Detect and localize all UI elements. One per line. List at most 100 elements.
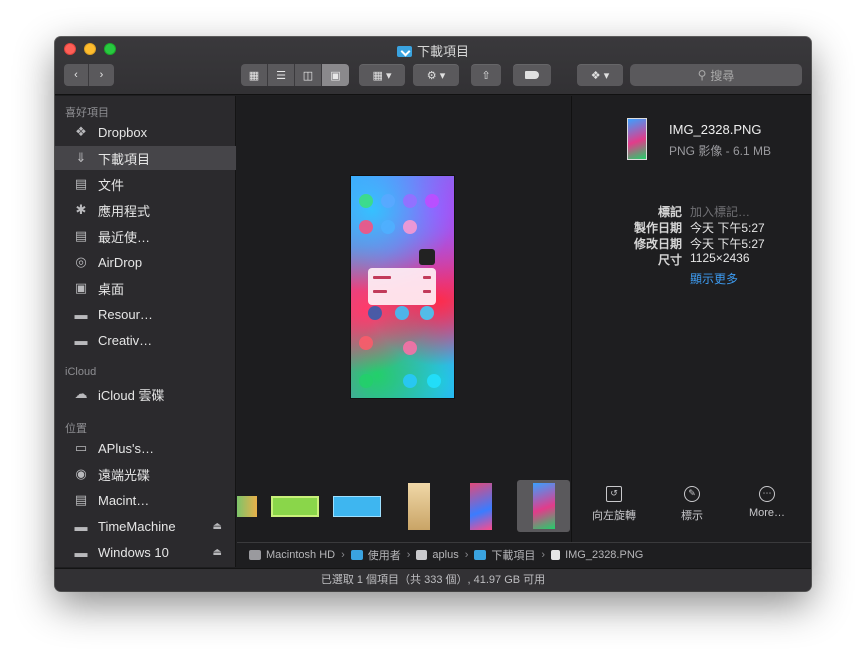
sidebar-item-airdrop[interactable]: ◎ AirDrop xyxy=(55,250,236,274)
app-icon xyxy=(419,249,435,265)
app-icon xyxy=(425,194,439,208)
downloads-folder-icon xyxy=(474,550,487,560)
path-item-home[interactable]: aplus › xyxy=(416,549,474,561)
chevron-left-icon: ‹ xyxy=(74,69,78,81)
share-button[interactable]: ⇧ xyxy=(471,64,501,86)
group-button[interactable]: ▦ ▾ xyxy=(359,64,405,86)
app-icon xyxy=(381,220,395,234)
drive-icon: ▬ xyxy=(74,518,88,534)
sidebar-item-desktop[interactable]: ▣ 桌面 xyxy=(55,276,236,300)
add-tags-field[interactable]: 加入標記… xyxy=(690,203,750,220)
show-more-link[interactable]: 顯示更多 xyxy=(690,270,738,287)
gallery-preview xyxy=(237,96,570,542)
meta-value: 1125×2436 xyxy=(690,251,750,265)
dropbox-toolbar-button[interactable]: ❖ ▾ xyxy=(577,64,623,86)
gear-icon: ⚙ xyxy=(426,69,437,82)
markup-button[interactable]: ✎ 標示 xyxy=(662,486,722,523)
airdrop-icon: ◎ xyxy=(75,254,87,269)
search-field[interactable]: ⚲ 搜尋 xyxy=(630,64,802,86)
chevron-right-icon: › xyxy=(464,549,469,561)
disc-icon: ◉ xyxy=(75,466,87,481)
grid-icon: ▦ xyxy=(248,69,260,82)
thumbnail[interactable] xyxy=(333,496,381,517)
sidebar-item-applications[interactable]: ✱ 應用程式 xyxy=(55,198,236,222)
rotate-left-button[interactable]: ↺ 向左旋轉 xyxy=(584,486,644,523)
sidebar-item-icloud-drive[interactable]: ☁ iCloud 雲碟 xyxy=(55,382,236,406)
laptop-icon: ▭ xyxy=(74,440,88,455)
document-icon: ▤ xyxy=(74,176,88,191)
thumbnail[interactable] xyxy=(408,483,430,530)
back-button[interactable]: ‹ xyxy=(64,64,89,86)
app-icon xyxy=(403,220,417,234)
drive-icon: ▬ xyxy=(74,544,88,560)
quick-action-menu xyxy=(368,268,436,305)
thumbnail[interactable] xyxy=(237,496,257,517)
sidebar-item-label: 下載項目 xyxy=(98,151,151,167)
sidebar-item-label: Resour… xyxy=(98,306,153,322)
more-button[interactable]: ⋯ More… xyxy=(737,486,797,519)
path-bar: Macintosh HD › 使用者 › aplus › 下載項目 › IMG_… xyxy=(237,542,811,567)
file-kind: PNG 影像 - 6.1 MB xyxy=(669,144,772,158)
column-view-button[interactable]: ◫ xyxy=(295,64,322,86)
markup-icon: ✎ xyxy=(684,486,700,502)
chevron-down-icon: ▾ xyxy=(603,69,610,82)
sidebar-item-windows10[interactable]: ▬ Windows 10 ⏏ xyxy=(55,540,236,564)
folder-icon xyxy=(350,550,363,560)
sidebar-item-downloads[interactable]: ⇓ 下載項目 xyxy=(55,146,236,170)
chevron-right-icon: › xyxy=(341,549,345,561)
selected-thumbnail[interactable] xyxy=(517,480,570,532)
sidebar-item-label: Creativ… xyxy=(98,332,153,348)
eject-icon[interactable]: ⏏ xyxy=(213,547,222,558)
path-item-file[interactable]: IMG_2328.PNG xyxy=(551,549,643,561)
action-label: 標示 xyxy=(681,510,703,522)
app-icon xyxy=(359,194,373,208)
action-label: More… xyxy=(748,507,786,519)
path-label: Macintosh HD xyxy=(266,549,336,561)
tag-icon xyxy=(525,71,539,79)
chevron-right-icon: › xyxy=(541,549,546,561)
sidebar-item-label: Dropbox xyxy=(98,124,148,140)
image-preview xyxy=(351,176,454,398)
sidebar-item-remote-disc[interactable]: ◉ 遠端光碟 xyxy=(55,462,236,486)
finder-window: 下載項目 ‹ › ▦ ☰ ◫ ▣ ▦ ▾ ⚙ ▾ ⇧ ❖ ▾ ⚲ 搜尋 喜好項目… xyxy=(55,37,811,591)
group-grid-icon: ▦ xyxy=(372,69,383,82)
sidebar-item-timemachine[interactable]: ▬ TimeMachine ⏏ xyxy=(55,514,236,538)
folder-icon: ▬ xyxy=(74,306,88,322)
forward-button[interactable]: › xyxy=(89,64,114,86)
sidebar-item-label: Windows 10 xyxy=(98,544,169,560)
sidebar: 喜好項目 ❖ Dropbox ⇓ 下載項目 ▤ 文件 ✱ 應用程式 ▤ 最近使…… xyxy=(55,96,236,567)
sidebar-item-recents[interactable]: ▤ 最近使… xyxy=(55,224,236,248)
meta-key: 尺寸 xyxy=(657,253,682,267)
search-placeholder: 搜尋 xyxy=(710,68,735,83)
sidebar-item-documents[interactable]: ▤ 文件 xyxy=(55,172,236,196)
cloud-icon: ☁ xyxy=(74,386,88,401)
app-icon xyxy=(420,306,434,320)
recents-icon: ▤ xyxy=(74,228,88,243)
app-icon xyxy=(359,374,373,388)
eject-icon[interactable]: ⏏ xyxy=(213,521,222,532)
sidebar-item-label: 桌面 xyxy=(98,281,125,297)
app-icon xyxy=(368,306,382,320)
path-item-macintosh-hd[interactable]: Macintosh HD › xyxy=(249,549,351,561)
sidebar-item-aplus-mac[interactable]: ▭ APlus's… xyxy=(55,436,236,460)
sidebar-item-resources[interactable]: ▬ Resour… xyxy=(55,302,236,326)
sidebar-item-macintosh-hd[interactable]: ▤ Macint… xyxy=(55,488,236,512)
path-item-downloads[interactable]: 下載項目 › xyxy=(474,547,551,563)
sidebar-item-dropbox[interactable]: ❖ Dropbox xyxy=(55,120,236,144)
toolbar: 下載項目 ‹ › ▦ ☰ ◫ ▣ ▦ ▾ ⚙ ▾ ⇧ ❖ ▾ ⚲ 搜尋 xyxy=(55,37,811,95)
nav-buttons: ‹ › xyxy=(64,64,114,86)
icon-view-button[interactable]: ▦ xyxy=(241,64,268,86)
thumbnail[interactable] xyxy=(470,483,492,530)
gallery-view-button[interactable]: ▣ xyxy=(322,64,349,86)
sidebar-item-label: TimeMachine xyxy=(98,518,176,534)
thumbnail[interactable] xyxy=(271,496,319,517)
meta-row-dimensions: 尺寸 1125×2436 xyxy=(572,251,811,267)
action-button[interactable]: ⚙ ▾ xyxy=(413,64,459,86)
window-title-text: 下載項目 xyxy=(416,44,469,59)
sidebar-item-creative[interactable]: ▬ Creativ… xyxy=(55,328,236,352)
app-icon xyxy=(359,336,373,350)
path-item-users[interactable]: 使用者 › xyxy=(350,547,417,563)
list-icon: ☰ xyxy=(276,69,286,82)
tags-button[interactable] xyxy=(513,64,551,86)
list-view-button[interactable]: ☰ xyxy=(268,64,295,86)
